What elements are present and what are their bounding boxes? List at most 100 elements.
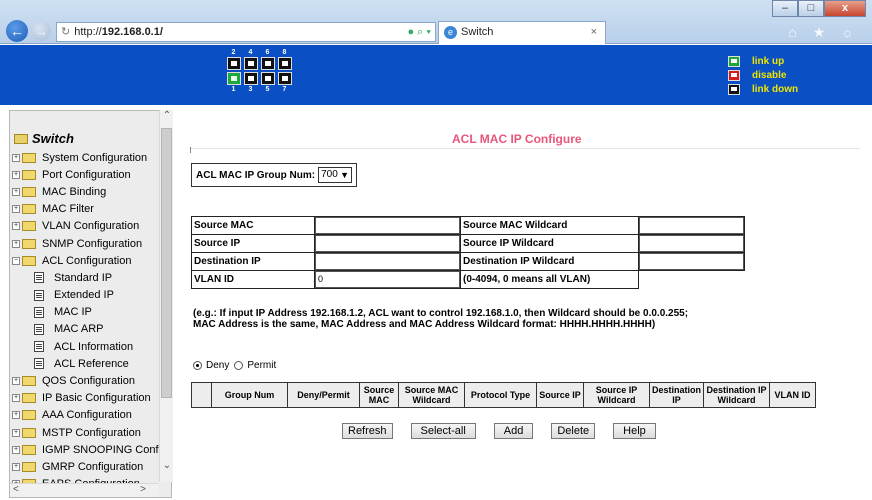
- column-header: Destination IP: [648, 382, 705, 408]
- port-icon[interactable]: [243, 57, 258, 70]
- column-header: Source IP Wildcard: [583, 382, 650, 408]
- sidebar-item-snmp-configuration[interactable]: + SNMP Configuration: [12, 235, 161, 252]
- expand-icon[interactable]: +: [12, 428, 20, 437]
- sidebar-item-label: Port Configuration: [42, 168, 131, 181]
- port-row-top: [225, 56, 293, 71]
- sidebar-item-aaa-configuration[interactable]: + AAA Configuration: [12, 407, 161, 424]
- folder-icon: [22, 186, 36, 197]
- sidebar-item-ip-basic-configuration[interactable]: + IP Basic Configuration: [12, 390, 161, 407]
- browser-tab[interactable]: e Switch ×: [438, 21, 606, 44]
- tab-close-icon[interactable]: ×: [591, 22, 597, 43]
- source-ip-input[interactable]: [315, 235, 460, 252]
- scroll-up-icon[interactable]: ⌃: [160, 110, 174, 124]
- tree-root[interactable]: Switch: [14, 131, 74, 146]
- sidebar-vertical-scrollbar[interactable]: ⌃ ⌄: [159, 110, 173, 482]
- sidebar-horizontal-scrollbar[interactable]: < >: [10, 483, 158, 497]
- expand-icon[interactable]: +: [12, 445, 20, 454]
- source-mac-wildcard-input[interactable]: [639, 217, 744, 234]
- help-button[interactable]: Help: [613, 423, 656, 439]
- toolbar-icons[interactable]: ⌂ ★ ☼: [788, 24, 860, 41]
- select-all-button[interactable]: Select-all: [410, 423, 476, 439]
- sidebar-item-label: MAC Binding: [42, 185, 107, 198]
- sidebar-item-label: MAC IP: [54, 306, 92, 319]
- sidebar-item-standard-ip[interactable]: Standard IP: [12, 269, 161, 286]
- url-host: 192.168.0.1/: [101, 26, 163, 38]
- expand-icon[interactable]: +: [12, 394, 20, 403]
- sidebar-item-qos-configuration[interactable]: + QOS Configuration: [12, 372, 161, 389]
- sidebar-item-vlan-configuration[interactable]: + VLAN Configuration: [12, 218, 161, 235]
- port-icon[interactable]: [226, 72, 241, 85]
- sidebar-item-label: System Configuration: [42, 151, 148, 164]
- maximize-button[interactable]: □: [798, 0, 824, 17]
- destination-ip-wildcard-input[interactable]: [639, 253, 744, 270]
- back-button[interactable]: ←: [6, 20, 28, 42]
- port-icon[interactable]: [243, 72, 258, 85]
- sidebar-item-mac-filter[interactable]: + MAC Filter: [12, 201, 161, 218]
- expand-icon[interactable]: +: [12, 187, 20, 196]
- disable-icon: [728, 69, 740, 81]
- sidebar-item-mstp-configuration[interactable]: + MSTP Configuration: [12, 424, 161, 441]
- sidebar-item-mac-binding[interactable]: + MAC Binding: [12, 183, 161, 200]
- expand-icon[interactable]: +: [12, 170, 20, 179]
- expand-icon[interactable]: +: [12, 205, 20, 214]
- refresh-icon[interactable]: ↻: [61, 26, 70, 38]
- scroll-left-icon[interactable]: <: [13, 484, 19, 495]
- port-number: 1: [231, 86, 236, 93]
- group-num-label: ACL MAC IP Group Num:: [196, 169, 316, 181]
- port-icon[interactable]: [260, 57, 275, 70]
- group-num-select[interactable]: 700 ▼: [318, 167, 353, 183]
- sidebar-item-port-configuration[interactable]: + Port Configuration: [12, 166, 161, 183]
- vlan-id-input[interactable]: 0: [315, 271, 460, 288]
- expand-icon[interactable]: +: [12, 239, 20, 248]
- port-icon[interactable]: [226, 57, 241, 70]
- sidebar-item-system-configuration[interactable]: + System Configuration: [12, 149, 161, 166]
- expand-icon[interactable]: +: [12, 377, 20, 386]
- scroll-right-icon[interactable]: >: [140, 484, 146, 495]
- address-bar[interactable]: ↻ http://192.168.0.1/ ● ⌕ ▾: [56, 22, 436, 42]
- close-window-button[interactable]: x: [824, 0, 866, 17]
- sidebar: Switch + System Configuration + Port Config…: [9, 110, 172, 498]
- refresh-button[interactable]: Refresh: [342, 423, 393, 439]
- sidebar-item-extended-ip[interactable]: Extended IP: [12, 287, 161, 304]
- sidebar-item-mac-ip[interactable]: MAC IP: [12, 304, 161, 321]
- search-icon[interactable]: ● ⌕ ▾: [407, 23, 431, 41]
- permit-radio[interactable]: [234, 361, 244, 370]
- minimize-button[interactable]: –: [772, 0, 798, 17]
- scroll-down-icon[interactable]: ⌄: [160, 460, 174, 474]
- sidebar-item-label: ACL Configuration: [42, 254, 132, 267]
- sidebar-item-igmp-snooping-confi[interactable]: + IGMP SNOOPING Confi: [12, 441, 161, 458]
- deny-radio[interactable]: [193, 361, 202, 370]
- port-icon[interactable]: [277, 57, 292, 70]
- sidebar-item-label: QOS Configuration: [42, 375, 135, 388]
- sidebar-item-label: IP Basic Configuration: [42, 392, 151, 405]
- expand-icon[interactable]: +: [12, 411, 20, 420]
- column-header: Destination IP Wildcard: [703, 382, 771, 408]
- sidebar-item-label: ACL Information: [54, 340, 134, 353]
- device-banner: 2 4 6 8 1 3 5 7 link up disable link down: [0, 45, 872, 105]
- collapse-icon[interactable]: −: [12, 256, 20, 265]
- sidebar-item-acl-information[interactable]: ACL Information: [12, 338, 161, 355]
- sidebar-item-acl-configuration[interactable]: − ACL Configuration: [12, 252, 161, 269]
- delete-button[interactable]: Delete: [551, 423, 596, 439]
- forward-button[interactable]: →: [31, 21, 51, 41]
- table-header-row: Group Num Deny/Permit Source MAC Source MAC…: [191, 382, 817, 408]
- column-header: Source MAC Wildcard: [398, 382, 465, 408]
- add-button[interactable]: Add: [493, 423, 534, 439]
- source-ip-wildcard-input[interactable]: [639, 235, 744, 252]
- destination-ip-input[interactable]: [315, 253, 460, 270]
- sidebar-item-gmrp-configuration[interactable]: + GMRP Configuration: [12, 458, 161, 475]
- scroll-thumb[interactable]: [161, 128, 172, 398]
- sidebar-item-label: MAC ARP: [54, 323, 104, 336]
- sidebar-item-mac-arp[interactable]: MAC ARP: [12, 321, 161, 338]
- source-mac-input[interactable]: [315, 217, 460, 234]
- folder-icon: [22, 221, 36, 232]
- port-icon[interactable]: [277, 72, 292, 85]
- column-header: Source MAC: [359, 382, 399, 408]
- sidebar-item-acl-reference[interactable]: ACL Reference: [12, 355, 161, 372]
- folder-icon: [22, 238, 36, 249]
- expand-icon[interactable]: +: [12, 153, 20, 162]
- folder-icon: [22, 393, 36, 404]
- port-icon[interactable]: [260, 72, 275, 85]
- expand-icon[interactable]: +: [12, 222, 20, 231]
- expand-icon[interactable]: +: [12, 462, 20, 471]
